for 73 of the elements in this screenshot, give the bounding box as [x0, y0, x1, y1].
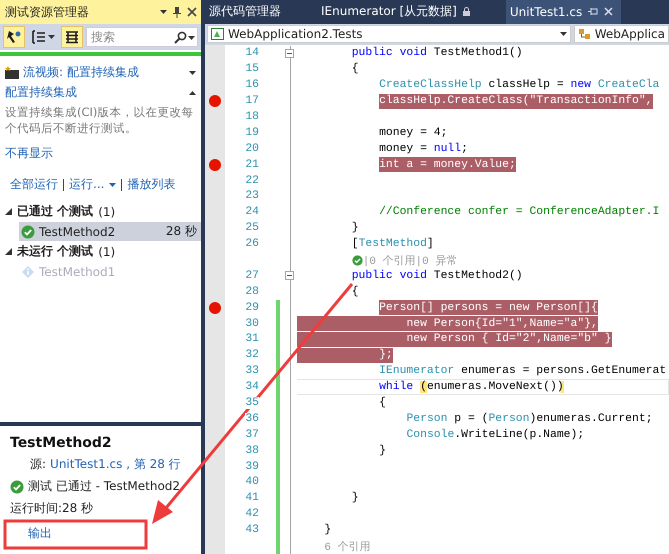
- breakpoint-icon[interactable]: [209, 302, 221, 314]
- action-link[interactable]: 运行...: [69, 176, 116, 193]
- notice-title-link[interactable]: 流视频: 配置持续集成: [23, 64, 185, 81]
- code-line: CreateClassHelp classHelp = new CreateCla: [379, 78, 660, 93]
- code-line: {: [352, 62, 359, 77]
- caret-icon: [188, 36, 195, 40]
- document-tab[interactable]: 源代码管理器: [205, 0, 289, 24]
- action-link[interactable]: 播放列表: [127, 176, 176, 193]
- action-link[interactable]: 全部运行: [10, 176, 58, 193]
- code-line: while (enumeras.MoveNext()): [379, 380, 564, 395]
- test-name: TestMethod1: [39, 264, 116, 278]
- expanded-triangle-icon[interactable]: [5, 208, 12, 215]
- run-tests-icon: [6, 29, 22, 45]
- code-line: {: [379, 396, 386, 411]
- collapse-icon[interactable]: [284, 271, 294, 280]
- code-line: IEnumerator enumeras = persons.GetEnumerat: [379, 364, 666, 379]
- search-icon[interactable]: [174, 31, 187, 44]
- result-text: 测试 已通过 - TestMethod2: [28, 478, 180, 495]
- pin-icon[interactable]: [588, 7, 598, 16]
- elapsed-time: 运行时间:28 秒: [10, 500, 94, 517]
- toolbar-button[interactable]: [61, 26, 83, 48]
- code-line: Console.WriteLine(p.Name);: [406, 428, 584, 442]
- caret-icon: [48, 35, 55, 39]
- panel-title: 测试资源管理器: [5, 4, 90, 20]
- group-label: 已通过 个测试: [17, 203, 94, 220]
- list-icon: [64, 29, 80, 45]
- code-line: }: [324, 522, 332, 538]
- test-duration: 28 秒: [166, 223, 197, 240]
- code-line: [TestMethod]: [352, 236, 434, 252]
- document-tab[interactable]: IEnumerator [从元数据]: [317, 0, 478, 24]
- dropdown-caret-icon: [109, 182, 116, 186]
- notice-heading-link[interactable]: 配置持续集成: [5, 84, 185, 101]
- code-line: public void TestMethod2(): [352, 268, 523, 284]
- code-line: }: [379, 444, 386, 458]
- code-line: }: [352, 490, 359, 506]
- toolbar-button[interactable]: [3, 26, 25, 48]
- dropdown-caret-icon: [160, 10, 167, 14]
- group-list-icon: [31, 29, 47, 45]
- group-count: (1): [98, 244, 116, 258]
- caret-icon: [189, 70, 196, 74]
- group-count: (1): [98, 204, 116, 218]
- project-dropdown[interactable]: WebApplication2.Tests: [207, 25, 571, 44]
- code-line: public void TestMethod1(): [352, 46, 523, 61]
- test-title: TestMethod2: [10, 435, 113, 451]
- caret-icon: [560, 32, 567, 36]
- collapse-caret-icon[interactable]: [189, 90, 196, 94]
- dismiss-link[interactable]: 不再显示: [5, 145, 53, 162]
- class-icon: [578, 28, 592, 41]
- video-icon: [5, 66, 19, 79]
- collapse-icon[interactable]: [284, 48, 294, 58]
- test-name: TestMethod2: [39, 224, 116, 238]
- output-link[interactable]: 输出: [28, 525, 52, 542]
- code-line: //Conference confer = ConferenceAdapter.I: [379, 204, 660, 220]
- code-line: money = 4;: [379, 126, 448, 140]
- group-label: 未运行 个测试: [17, 243, 94, 260]
- breakpoint-icon[interactable]: [209, 95, 221, 108]
- test-item[interactable]: TestMethod2 28 秒: [19, 222, 201, 241]
- code-line: Person p = (Person)enumeras.Current;: [406, 412, 653, 426]
- project-icon: [211, 28, 225, 41]
- pin-icon[interactable]: [173, 6, 181, 18]
- code-line: money = null;: [379, 142, 468, 156]
- line-number: 35: [245, 397, 259, 410]
- search-field[interactable]: 搜索: [86, 27, 198, 47]
- close-icon[interactable]: [187, 7, 197, 17]
- document-tab[interactable]: UnitTest1.cs: [506, 0, 622, 24]
- code-line: {: [352, 284, 359, 300]
- source-link[interactable]: UnitTest1.cs , 第 28 行: [50, 456, 181, 473]
- notice-description: 设置持续集成(CI)版本，以在更改每个代码后不断进行测试。: [5, 104, 194, 136]
- expanded-triangle-icon[interactable]: [5, 248, 12, 255]
- code-line: }: [352, 220, 359, 236]
- source-label: 源:: [30, 456, 46, 473]
- breakpoint-icon[interactable]: [209, 158, 221, 171]
- member-dropdown[interactable]: WebApplica: [574, 25, 669, 44]
